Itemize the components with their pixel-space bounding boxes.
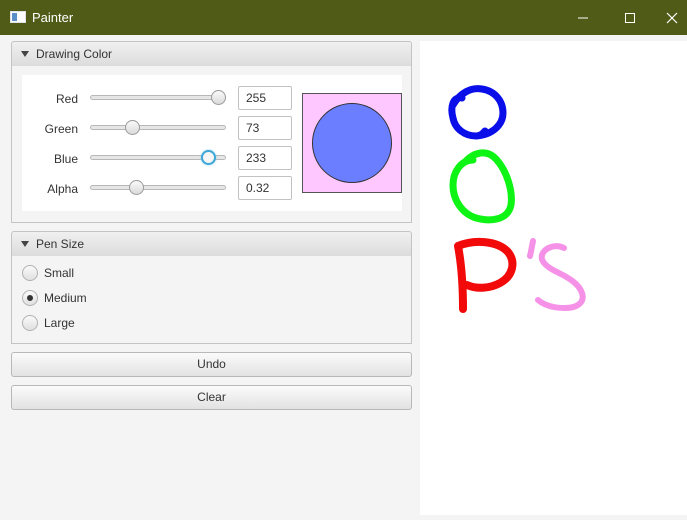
clear-button[interactable]: Clear [11,385,412,410]
collapse-triangle-icon [21,51,29,57]
painter-window: Painter Drawing Color Red 255 Green 73 B… [0,0,687,520]
radio-small[interactable] [22,265,38,281]
close-button[interactable] [654,0,687,35]
red-slider-thumb[interactable] [211,90,226,105]
blue-label: Blue [53,152,78,166]
red-label: Red [55,92,78,106]
color-grid: Red 255 Green 73 Blue 233 Alpha 0.32 [22,75,402,211]
radio-large[interactable] [22,315,38,331]
maximize-icon [625,13,635,23]
color-preview-circle [312,103,392,183]
title-bar[interactable]: Painter [0,0,687,35]
radio-medium[interactable] [22,290,38,306]
minimize-icon [578,17,588,19]
red-slider[interactable] [90,90,226,105]
undo-button[interactable]: Undo [11,352,412,377]
drawing-color-pane-header[interactable]: Drawing Color [11,41,412,67]
blue-o-stroke [448,85,507,140]
canvas-drawing [448,85,586,313]
green-value-field[interactable]: 73 [238,116,292,140]
radio-large-label: Large [44,316,75,330]
pen-size-pane-title: Pen Size [36,237,85,251]
pen-size-pane-header[interactable]: Pen Size [11,231,412,257]
drawing-color-pane-title: Drawing Color [36,47,113,61]
green-slider[interactable] [90,120,226,135]
blue-slider[interactable] [90,150,226,165]
pink-s-stroke [535,243,586,311]
window-title: Painter [32,10,74,25]
app-icon [10,11,26,23]
blue-value-field[interactable]: 233 [238,146,292,170]
red-value-field[interactable]: 255 [238,86,292,110]
radio-small-label: Small [44,266,75,280]
alpha-slider-thumb[interactable] [128,180,144,195]
radio-medium-label: Medium [44,291,87,305]
alpha-slider[interactable] [90,180,226,195]
pen-size-pane: Pen Size Small Medium Large [11,231,412,344]
color-preview-swatch [302,93,402,193]
drawing-color-pane: Drawing Color Red 255 Green 73 Blue 233 [11,41,412,223]
red-p-stroke [454,237,517,313]
collapse-triangle-icon [21,241,29,247]
green-o-stroke [449,149,515,224]
blue-slider-thumb[interactable] [200,150,216,165]
green-label: Green [44,122,78,136]
alpha-value-field[interactable]: 0.32 [238,176,292,200]
alpha-label: Alpha [47,182,78,196]
minimize-button[interactable] [560,0,606,35]
pink-apostrophe-stroke [527,238,536,259]
green-slider-thumb[interactable] [124,120,140,135]
pen-size-pane-body: Small Medium Large [11,256,412,344]
drawing-color-pane-body: Red 255 Green 73 Blue 233 Alpha 0.32 [11,66,412,223]
maximize-button[interactable] [607,0,653,35]
close-icon [666,12,678,24]
drawing-canvas[interactable] [420,41,687,515]
